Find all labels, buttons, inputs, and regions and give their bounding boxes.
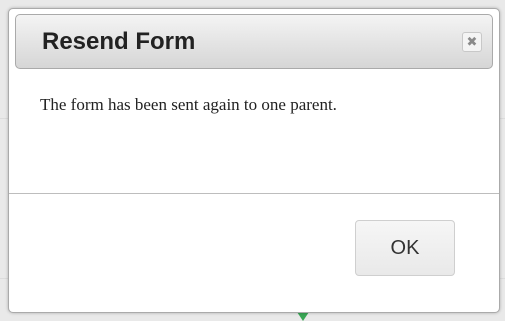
resend-form-dialog: Resend Form ✖ The form has been sent aga… bbox=[8, 8, 500, 313]
dialog-divider bbox=[9, 193, 499, 194]
dialog-title: Resend Form bbox=[42, 28, 196, 55]
close-icon: ✖ bbox=[466, 34, 478, 50]
ok-button[interactable]: OK bbox=[355, 220, 455, 276]
background-arrow-icon bbox=[297, 312, 309, 321]
dialog-message: The form has been sent again to one pare… bbox=[40, 95, 337, 114]
dialog-titlebar[interactable]: Resend Form ✖ bbox=[15, 14, 493, 69]
close-button[interactable]: ✖ bbox=[462, 32, 482, 52]
